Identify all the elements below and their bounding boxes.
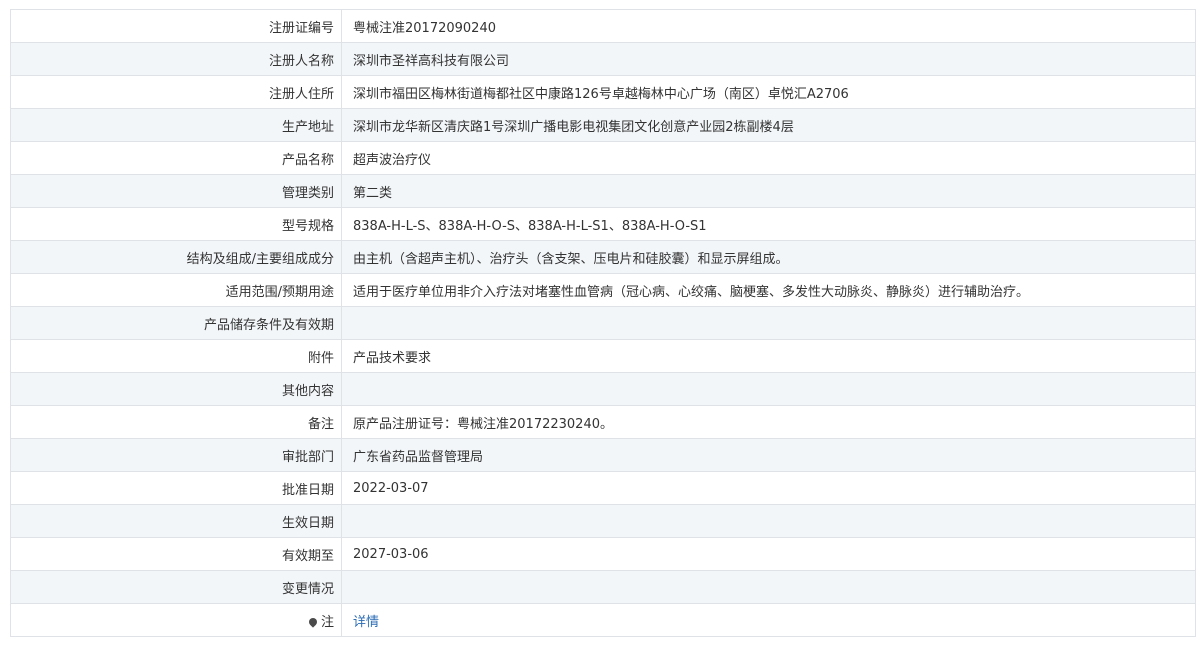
field-value: 838A-H-L-S、838A-H-O-S、838A-H-L-S1、838A-H…: [341, 207, 1196, 241]
table-row: 管理类别 第二类: [10, 174, 1196, 208]
field-label: 生效日期: [10, 504, 342, 538]
field-label: 注册证编号: [10, 9, 342, 43]
note-label-cell: 注: [10, 603, 342, 637]
table-row: 生效日期: [10, 504, 1196, 538]
field-value: 粤械注准20172090240: [341, 9, 1196, 43]
field-label: 产品储存条件及有效期: [10, 306, 342, 340]
field-value: 第二类: [341, 174, 1196, 208]
field-label: 附件: [10, 339, 342, 373]
field-label: 适用范围/预期用途: [10, 273, 342, 307]
table-row: 注册证编号 粤械注准20172090240: [10, 9, 1196, 43]
field-label: 其他内容: [10, 372, 342, 406]
field-label: 变更情况: [10, 570, 342, 604]
note-row: 注 详情: [10, 603, 1196, 637]
table-row: 产品储存条件及有效期: [10, 306, 1196, 340]
field-value: 2022-03-07: [341, 471, 1196, 505]
table-row: 型号规格 838A-H-L-S、838A-H-O-S、838A-H-L-S1、8…: [10, 207, 1196, 241]
field-value: 2027-03-06: [341, 537, 1196, 571]
details-link[interactable]: 详情: [353, 615, 379, 630]
field-value: 广东省药品监督管理局: [341, 438, 1196, 472]
field-value: 由主机（含超声主机）、治疗头（含支架、压电片和硅胶囊）和显示屏组成。: [341, 240, 1196, 274]
field-value: 深圳市圣祥高科技有限公司: [341, 42, 1196, 76]
field-value: [341, 372, 1196, 406]
field-label: 注册人名称: [10, 42, 342, 76]
table-row: 其他内容: [10, 372, 1196, 406]
field-value: 原产品注册证号：粤械注准20172230240。: [341, 405, 1196, 439]
registration-info-table: 注册证编号 粤械注准20172090240 注册人名称 深圳市圣祥高科技有限公司…: [10, 9, 1196, 637]
table-row: 审批部门 广东省药品监督管理局: [10, 438, 1196, 472]
table-row: 生产地址 深圳市龙华新区清庆路1号深圳广播电影电视集团文化创意产业园2栋副楼4层: [10, 108, 1196, 142]
table-row: 注册人名称 深圳市圣祥高科技有限公司: [10, 42, 1196, 76]
field-value: [341, 306, 1196, 340]
field-label: 管理类别: [10, 174, 342, 208]
field-value: [341, 570, 1196, 604]
field-value: 适用于医疗单位用非介入疗法对堵塞性血管病（冠心病、心绞痛、脑梗塞、多发性大动脉炎…: [341, 273, 1196, 307]
field-value: 产品技术要求: [341, 339, 1196, 373]
field-label: 备注: [10, 405, 342, 439]
table-row: 备注 原产品注册证号：粤械注准20172230240。: [10, 405, 1196, 439]
note-label: 注: [320, 614, 334, 630]
field-value: 超声波治疗仪: [341, 141, 1196, 175]
field-label: 批准日期: [10, 471, 342, 505]
table-row: 结构及组成/主要组成成分 由主机（含超声主机）、治疗头（含支架、压电片和硅胶囊）…: [10, 240, 1196, 274]
field-label: 产品名称: [10, 141, 342, 175]
field-value: 深圳市龙华新区清庆路1号深圳广播电影电视集团文化创意产业园2栋副楼4层: [341, 108, 1196, 142]
field-label: 注册人住所: [10, 75, 342, 109]
table-row: 变更情况: [10, 570, 1196, 604]
field-label: 结构及组成/主要组成成分: [10, 240, 342, 274]
field-value: 深圳市福田区梅林街道梅都社区中康路126号卓越梅林中心广场（南区）卓悦汇A270…: [341, 75, 1196, 109]
table-row: 附件 产品技术要求: [10, 339, 1196, 373]
field-value: [341, 504, 1196, 538]
note-value-cell: 详情: [341, 603, 1196, 637]
table-row: 注册人住所 深圳市福田区梅林街道梅都社区中康路126号卓越梅林中心广场（南区）卓…: [10, 75, 1196, 109]
table-row: 适用范围/预期用途 适用于医疗单位用非介入疗法对堵塞性血管病（冠心病、心绞痛、脑…: [10, 273, 1196, 307]
table-row: 有效期至 2027-03-06: [10, 537, 1196, 571]
field-label: 生产地址: [10, 108, 342, 142]
table-row: 批准日期 2022-03-07: [10, 471, 1196, 505]
field-label: 型号规格: [10, 207, 342, 241]
field-label: 有效期至: [10, 537, 342, 571]
registration-info-panel: 注册证编号 粤械注准20172090240 注册人名称 深圳市圣祥高科技有限公司…: [10, 9, 1196, 637]
pin-icon: [307, 615, 319, 628]
table-row: 产品名称 超声波治疗仪: [10, 141, 1196, 175]
field-label: 审批部门: [10, 438, 342, 472]
